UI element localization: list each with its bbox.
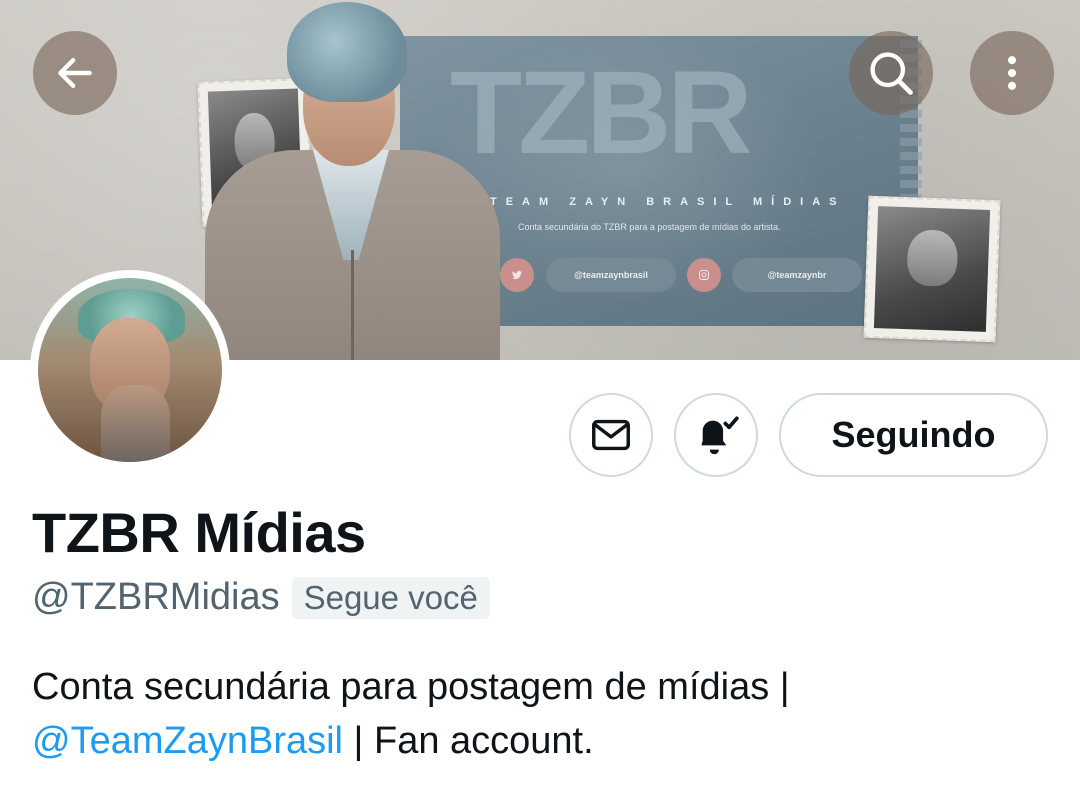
arrow-left-icon	[58, 57, 92, 89]
banner-stamp-photo-right	[863, 195, 1001, 343]
bio-text-part1: Conta secundária para postagem de mídias…	[32, 666, 790, 708]
follows-you-badge: Segue você	[291, 576, 490, 619]
twitter-icon	[500, 258, 534, 292]
banner-twitter-handle: @teamzaynbrasil	[546, 258, 676, 292]
message-button[interactable]	[569, 393, 653, 477]
avatar[interactable]	[30, 270, 230, 470]
avatar-image	[38, 278, 222, 462]
bio-text-part2: | Fan account.	[343, 720, 594, 762]
banner-team-text: TEAM ZAYN BRASIL MÍDIAS	[490, 196, 846, 208]
search-button[interactable]	[849, 31, 933, 115]
more-options-button[interactable]	[970, 31, 1054, 115]
banner-instagram-handle: @teamzaynbr	[732, 258, 862, 292]
profile-bio: Conta secundária para postagem de mídias…	[32, 660, 1052, 768]
banner-description: Conta secundária do TZBR para a postagem…	[518, 222, 781, 232]
following-button[interactable]: Seguindo	[779, 393, 1048, 477]
display-name: TZBR Mídias	[32, 501, 366, 564]
bio-mention-link[interactable]: @TeamZaynBrasil	[32, 720, 343, 762]
envelope-icon	[592, 419, 630, 451]
bell-check-icon	[701, 416, 739, 455]
back-button[interactable]	[33, 31, 117, 115]
banner-person-photo	[205, 0, 500, 360]
instagram-icon	[687, 258, 721, 292]
more-vertical-icon	[1007, 56, 1017, 90]
search-icon	[870, 52, 913, 95]
username-handle: @TZBRMidias	[32, 576, 280, 618]
handle-row: @TZBRMidias Segue você	[32, 576, 490, 619]
notifications-button[interactable]	[674, 393, 758, 477]
